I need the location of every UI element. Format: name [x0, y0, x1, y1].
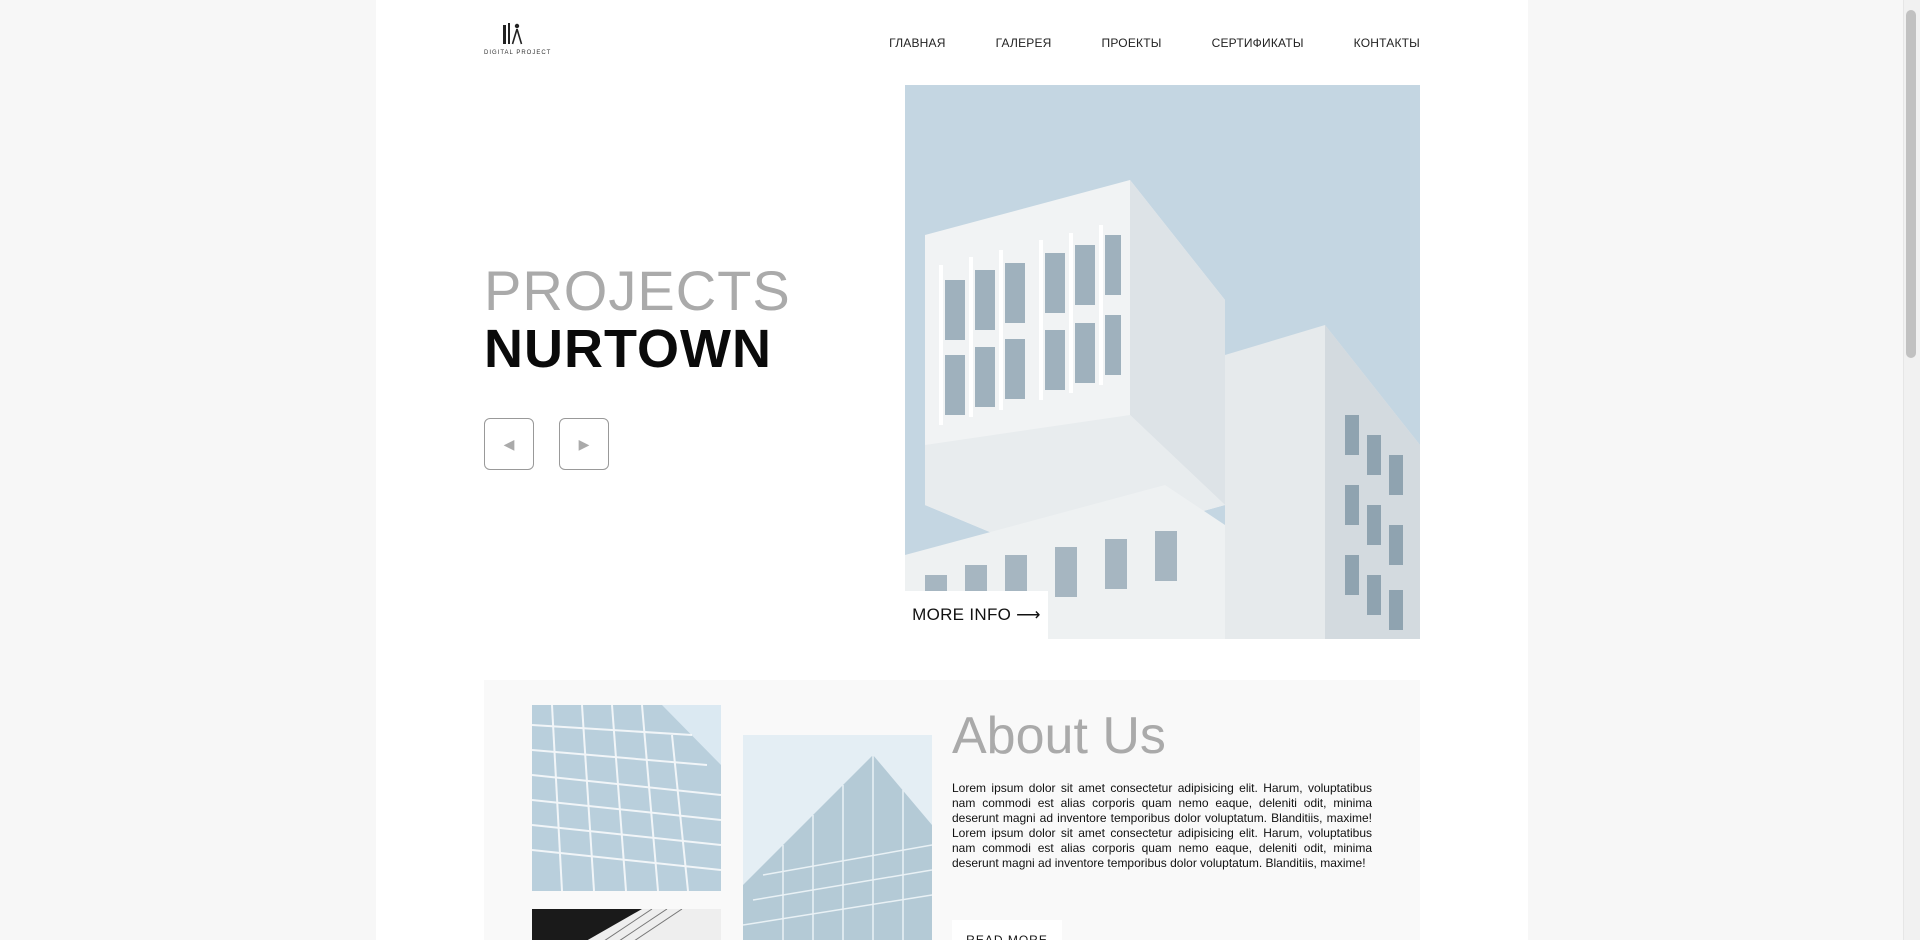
logo-icon [503, 23, 523, 45]
logo-text: DIGITAL PROJECT [484, 50, 552, 56]
scrollbar-thumb[interactable] [1906, 10, 1916, 358]
nav-item-contacts[interactable]: КОНТАКТЫ [1354, 36, 1420, 50]
hero-title-bold: NURTOWN [484, 319, 772, 379]
more-info-button[interactable]: MORE INFO ⟶ [905, 591, 1048, 639]
arrow-left-icon: ◀ [503, 435, 515, 452]
logo[interactable]: DIGITAL PROJECT [484, 22, 550, 60]
nav-item-home[interactable]: ГЛАВНАЯ [889, 36, 945, 50]
about-text: Lorem ipsum dolor sit amet consectetur a… [952, 781, 1372, 870]
hero-title-light: PROJECTS [484, 259, 791, 322]
nav-item-certificates[interactable]: СЕРТИФИКАТЫ [1212, 36, 1304, 50]
main-nav: ГЛАВНАЯ ГАЛЕРЕЯ ПРОЕКТЫ СЕРТИФИКАТЫ КОНТ… [889, 36, 1420, 50]
about-image-2 [743, 735, 932, 940]
next-slide-button[interactable]: ▶ [559, 418, 609, 470]
prev-slide-button[interactable]: ◀ [484, 418, 534, 470]
nav-item-gallery[interactable]: ГАЛЕРЕЯ [996, 36, 1052, 50]
read-more-button[interactable]: READ MORE [952, 920, 1062, 940]
about-image-1 [532, 705, 721, 891]
hero-building-image [905, 85, 1420, 639]
about-section: About Us Lorem ipsum dolor sit amet cons… [484, 680, 1420, 940]
nav-item-projects[interactable]: ПРОЕКТЫ [1102, 36, 1162, 50]
page: DIGITAL PROJECT ГЛАВНАЯ ГАЛЕРЕЯ ПРОЕКТЫ … [376, 0, 1528, 940]
about-title: About Us [952, 707, 1166, 765]
about-image-3 [532, 909, 721, 940]
arrow-right-icon: ▶ [578, 435, 590, 452]
